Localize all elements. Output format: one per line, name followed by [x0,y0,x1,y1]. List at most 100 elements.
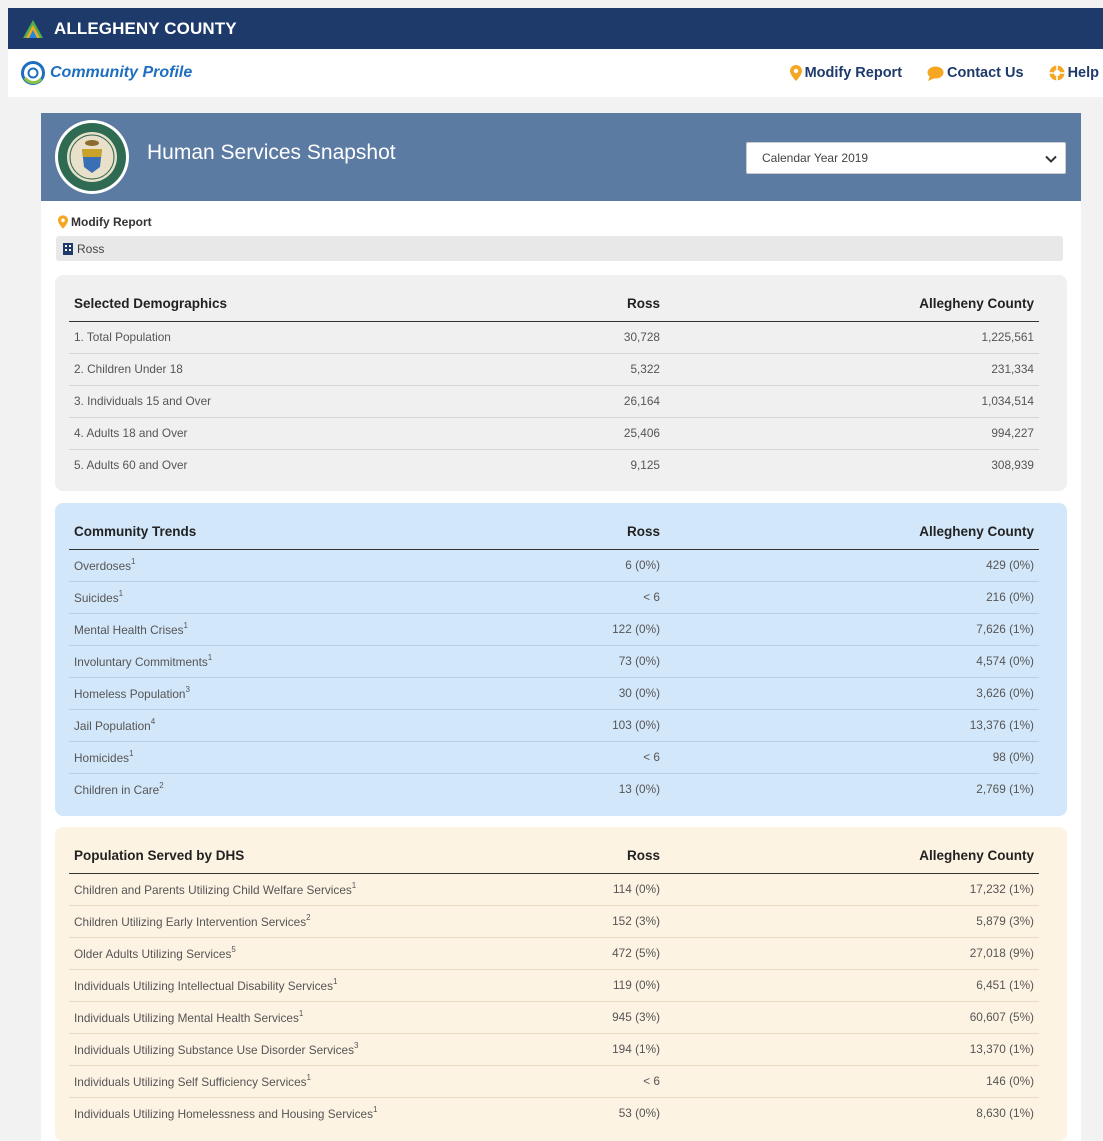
row-label: Homicides [74,751,130,765]
ross-value: 472 (5%) [448,937,665,970]
table-header-row: Community Trends Ross Allegheny County [69,503,1039,550]
county-value: 17,232 (1%) [665,873,1039,906]
row-label: Jail Population [74,719,151,733]
county-value: 60,607 (5%) [665,1001,1039,1034]
row-label: Individuals Utilizing Intellectual Disab… [74,979,333,993]
row-label: Children Utilizing Early Intervention Se… [74,915,307,929]
county-value: 6,451 (1%) [665,969,1039,1002]
footnote-marker: 3 [353,1041,359,1050]
community-trends-card: Community Trends Ross Allegheny County Over… [55,503,1067,816]
county-value: 98 (0%) [665,741,1039,774]
nav-bar: Community Profile Modify Report Contact … [8,49,1103,97]
table-row: 3. Individuals 15 and Over 26,164 1,034,51… [69,385,1039,418]
row-label: 3. Individuals 15 and Over [74,394,212,408]
footnote-marker: 5 [231,945,236,954]
ross-value: 122 (0%) [448,613,665,646]
county-value: 27,018 (9%) [665,937,1039,970]
column-header: Selected Demographics [69,275,448,322]
top-bar: ALLEGHENY COUNTY [8,8,1103,49]
ross-value: < 6 [448,581,665,614]
community-profile-logo-icon[interactable] [20,60,46,86]
row-label-cell: Individuals Utilizing Self Sufficiency S… [69,1065,448,1098]
row-label-cell: Involuntary Commitments1 [69,645,448,678]
modify-report-link[interactable]: Modify Report [58,215,152,229]
county-value: 5,879 (3%) [665,905,1039,938]
column-header: Ross [448,827,665,874]
row-label-cell: 1. Total Population [69,321,448,354]
year-select[interactable]: Calendar Year 2019 [746,142,1066,174]
ross-value: 945 (3%) [448,1001,665,1034]
row-label: Suicides [74,591,119,605]
ross-value: 9,125 [630,458,660,473]
footnote-marker: 1 [118,589,124,598]
table-row: Overdoses1 6 (0%) 429 (0%) [69,549,1039,582]
row-label-cell: Jail Population4 [69,709,448,742]
table-row: Children Utilizing Early Intervention Se… [69,905,1039,938]
population-served-card: Population Served by DHS Ross Allegheny Co… [55,827,1067,1141]
row-label: Individuals Utilizing Homelessness and H… [74,1107,373,1122]
building-icon [63,242,73,255]
nav-help-link[interactable]: Help [1049,65,1099,81]
row-label-cell: 5. Adults 60 and Over [69,449,448,481]
county-value: 4,574 (0%) [665,645,1039,678]
ross-value: 30,728 [448,321,665,354]
table-header-row: Selected Demographics Ross Allegheny Count… [69,275,1039,322]
lifebuoy-icon [1049,65,1065,81]
footnote-marker: 1 [207,653,213,662]
row-label-cell: 3. Individuals 15 and Over [69,385,448,418]
footnote-marker: 1 [373,1105,378,1115]
allegheny-county-logo-icon[interactable] [22,18,44,40]
table-row: Individuals Utilizing Mental Health Serv… [69,1001,1039,1034]
row-label: Homeless Population [74,687,186,701]
county-value: 994,227 [665,417,1039,450]
county-value: 146 (0%) [665,1065,1039,1098]
ross-value: 73 (0%) [448,645,665,678]
demographics-card: Selected Demographics Ross Allegheny Count… [55,275,1067,491]
ross-value: 26,164 [448,385,665,418]
ross-value: < 6 [448,1065,665,1098]
table-row: Mental Health Crises1 122 (0%) 7,626 (1%) [69,613,1039,646]
row-label-cell: Individuals Utilizing Mental Health Serv… [69,1001,448,1034]
table-row: Jail Population4 103 (0%) 13,376 (1%) [69,709,1039,742]
table-row: Individuals Utilizing Substance Use Diso… [69,1033,1039,1066]
nav-modify-report-link[interactable]: Modify Report [789,65,902,81]
breadcrumb: Ross [56,236,1063,261]
county-value: 231,334 [665,353,1039,386]
nav-contact-us-link[interactable]: Contact Us [927,65,1024,81]
modify-report-label: Modify Report [71,215,152,229]
community-profile-title[interactable]: Community Profile [50,64,192,82]
brand-name[interactable]: ALLEGHENY COUNTY [54,19,237,39]
row-label: Overdoses [74,559,132,573]
county-value: 8,630 (1%) [976,1106,1034,1121]
footnote-marker: 4 [150,717,156,726]
community-trends-table: Community Trends Ross Allegheny County Over… [69,503,1039,805]
breadcrumb-municipality: Ross [77,241,105,256]
row-label: Older Adults Utilizing Services [74,947,232,961]
county-value: 216 (0%) [665,581,1039,614]
column-header: Community Trends [69,503,448,550]
population-served-table: Population Served by DHS Ross Allegheny Co… [69,827,1039,1129]
row-label: 2. Children Under 18 [74,362,183,376]
county-value: 3,626 (0%) [665,677,1039,710]
chat-bubble-icon [927,66,944,81]
row-label: 1. Total Population [74,330,171,344]
row-label-cell: Homeless Population3 [69,677,448,710]
footnote-marker: 2 [159,781,164,791]
row-label: Individuals Utilizing Mental Health Serv… [74,1011,299,1025]
row-label-cell: Individuals Utilizing Intellectual Disab… [69,969,448,1002]
ross-value: 25,406 [448,417,665,450]
row-label-cell: Mental Health Crises1 [69,613,448,646]
row-label-cell: Older Adults Utilizing Services5 [69,937,448,970]
footnote-marker: 1 [183,621,188,630]
column-header: Ross [448,275,665,322]
ross-value: 119 (0%) [448,969,665,1002]
footnote-marker: 1 [351,881,357,890]
row-label-cell: Suicides1 [69,581,448,614]
county-seal-icon [55,120,129,194]
county-value: 1,034,514 [665,385,1039,418]
map-pin-icon [789,65,802,81]
row-label: 4. Adults 18 and Over [74,426,188,440]
ross-value: < 6 [448,741,665,774]
ross-value: 13 (0%) [618,782,660,797]
footnote-marker: 1 [131,557,136,566]
